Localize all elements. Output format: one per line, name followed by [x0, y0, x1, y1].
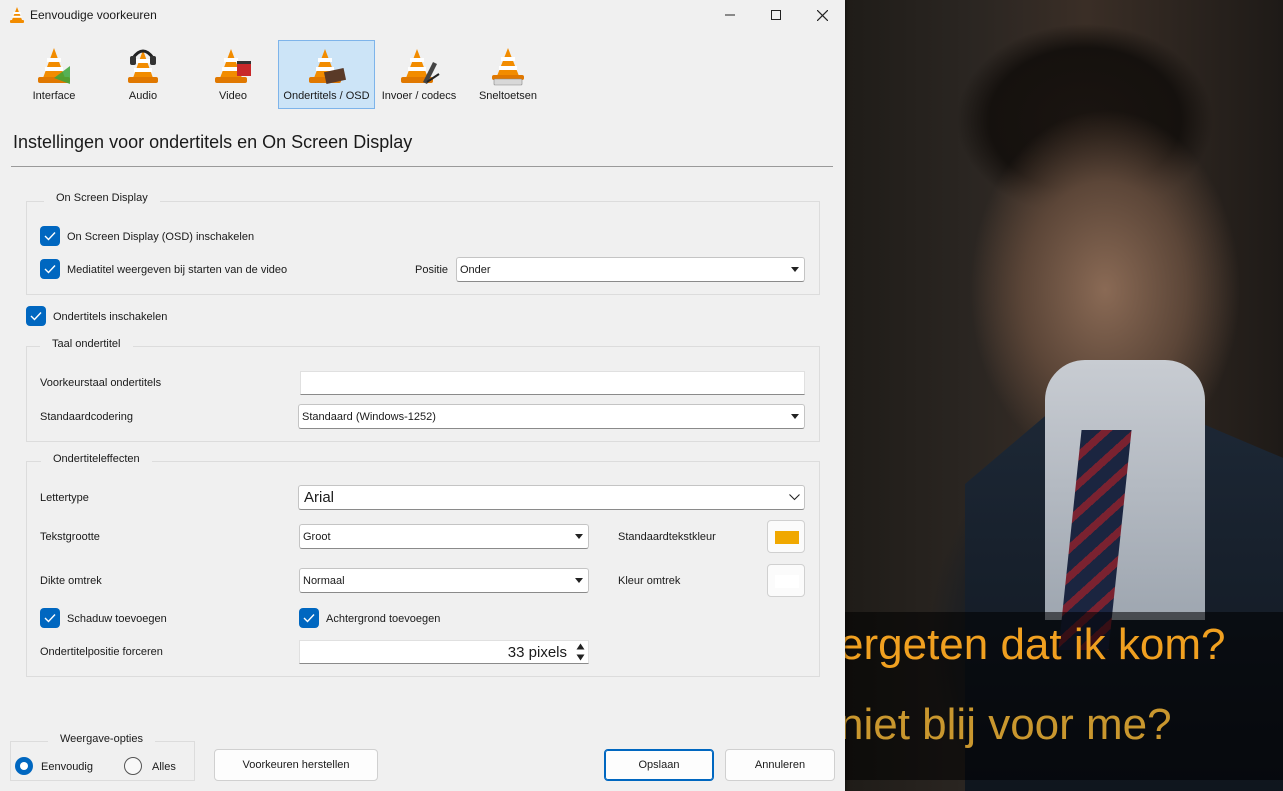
outline-thickness-value: Normaal	[303, 575, 345, 587]
checkmark-icon	[44, 614, 56, 623]
outline-color-button[interactable]	[767, 564, 805, 597]
view-simple-radio[interactable]	[15, 757, 33, 775]
save-button[interactable]: Opslaan	[604, 749, 714, 781]
tab-audio[interactable]: Audio	[100, 40, 186, 109]
checkmark-icon	[303, 614, 315, 623]
show-media-title-checkbox[interactable]	[40, 259, 60, 279]
outline-color-label: Kleur omtrek	[618, 575, 681, 587]
tab-input-codecs[interactable]: Invoer / codecs	[378, 40, 460, 109]
osd-group-title: On Screen Display	[44, 192, 160, 204]
checkmark-icon	[30, 312, 42, 321]
chevron-down-icon	[789, 494, 800, 501]
enable-subtitles-label: Ondertitels inschakelen	[53, 311, 168, 323]
title-bar[interactable]: Eenvoudige voorkeuren	[0, 0, 845, 30]
minimize-icon	[725, 14, 735, 16]
position-label: Positie	[415, 264, 449, 276]
text-color-swatch	[775, 531, 799, 544]
heading-divider	[11, 166, 833, 167]
checkmark-icon	[44, 232, 56, 241]
radio-dot	[20, 762, 28, 770]
add-shadow-checkbox[interactable]	[40, 608, 60, 628]
outline-color-swatch	[775, 575, 799, 588]
tab-label: Interface	[32, 90, 76, 102]
default-encoding-value: Standaard (Windows-1252)	[302, 411, 436, 423]
maximize-icon	[771, 10, 781, 20]
show-media-title-label: Mediatitel weergeven bij starten van de …	[67, 264, 288, 276]
tab-label: Ondertitels / OSD	[283, 90, 370, 102]
vlc-cone-icon	[10, 7, 24, 23]
video-subtitle-line-1: ergeten dat ik kom?	[845, 620, 1226, 669]
spin-down-icon[interactable]	[576, 654, 585, 661]
view-options-group-title: Weergave-opties	[48, 733, 155, 745]
close-button[interactable]	[799, 0, 845, 30]
page-title: Instellingen voor ondertitels en On Scre…	[13, 132, 413, 152]
enable-osd-label: On Screen Display (OSD) inschakelen	[67, 231, 255, 243]
vlc-input-codecs-icon	[401, 49, 440, 84]
vlc-audio-icon	[128, 49, 158, 83]
preferred-language-label: Voorkeurstaal ondertitels	[40, 377, 162, 389]
view-all-label: Alles	[152, 761, 176, 773]
dropdown-arrow-icon	[575, 534, 583, 539]
position-value: Onder	[460, 264, 491, 276]
view-simple-label: Eenvoudig	[41, 761, 93, 773]
cancel-button[interactable]: Annuleren	[725, 749, 835, 781]
add-background-checkbox[interactable]	[299, 608, 319, 628]
tab-label: Audio	[128, 90, 158, 102]
tab-hotkeys[interactable]: Sneltoetsen	[464, 40, 552, 109]
tab-label: Invoer / codecs	[381, 90, 457, 102]
force-position-label: Ondertitelpositie forceren	[40, 646, 163, 658]
add-background-label: Achtergrond toevoegen	[326, 613, 441, 625]
text-size-value: Groot	[303, 531, 331, 543]
outline-thickness-select[interactable]: Normaal	[299, 568, 589, 593]
text-size-select[interactable]: Groot	[299, 524, 589, 549]
font-value: Arial	[304, 489, 335, 506]
dropdown-arrow-icon	[575, 578, 583, 583]
tab-label: Video	[219, 90, 247, 102]
position-select[interactable]: Onder	[456, 257, 805, 282]
video-subtitle-line-2: niet blij voor me?	[845, 700, 1172, 749]
default-encoding-select[interactable]: Standaard (Windows-1252)	[298, 404, 805, 429]
preferred-language-input[interactable]	[300, 371, 805, 395]
video-frame: ergeten dat ik kom? niet blij voor me?	[845, 0, 1283, 791]
view-all-radio[interactable]	[124, 757, 142, 775]
enable-osd-checkbox[interactable]	[40, 226, 60, 246]
subtitle-language-group-title: Taal ondertitel	[40, 338, 133, 350]
vlc-hotkeys-icon	[492, 48, 524, 86]
subtitle-effects-group-title: Ondertiteleffecten	[41, 453, 152, 465]
text-color-label: Standaardtekstkleur	[618, 531, 716, 543]
vlc-video-icon	[215, 49, 251, 83]
force-position-spinbox[interactable]: 33 pixels	[299, 640, 589, 664]
add-shadow-label: Schaduw toevoegen	[67, 613, 167, 625]
default-encoding-label: Standaardcodering	[40, 411, 133, 423]
enable-subtitles-checkbox[interactable]	[26, 306, 46, 326]
reset-preferences-button[interactable]: Voorkeuren herstellen	[214, 749, 378, 781]
dropdown-arrow-icon	[791, 414, 799, 419]
spin-up-icon[interactable]	[576, 643, 585, 650]
vlc-interface-icon	[38, 48, 70, 84]
tab-label: Sneltoetsen	[478, 90, 538, 102]
tab-interface[interactable]: Interface	[12, 40, 96, 109]
preferences-dialog: Eenvoudige voorkeuren Interface Audio Vi…	[0, 0, 845, 791]
close-icon	[816, 9, 828, 21]
dropdown-arrow-icon	[791, 267, 799, 272]
tab-subtitles-osd[interactable]: Ondertitels / OSD	[278, 40, 375, 109]
force-position-value: 33 pixels	[507, 644, 567, 661]
text-size-label: Tekstgrootte	[40, 531, 100, 543]
vlc-subtitles-icon	[308, 49, 346, 84]
outline-thickness-label: Dikte omtrek	[40, 575, 102, 587]
font-label: Lettertype	[40, 492, 89, 504]
tab-video[interactable]: Video	[190, 40, 276, 109]
font-select[interactable]: Arial	[298, 485, 805, 510]
maximize-button[interactable]	[753, 0, 799, 30]
window-title: Eenvoudige voorkeuren	[30, 8, 157, 22]
minimize-button[interactable]	[707, 0, 753, 30]
text-color-button[interactable]	[767, 520, 805, 553]
checkmark-icon	[44, 265, 56, 274]
